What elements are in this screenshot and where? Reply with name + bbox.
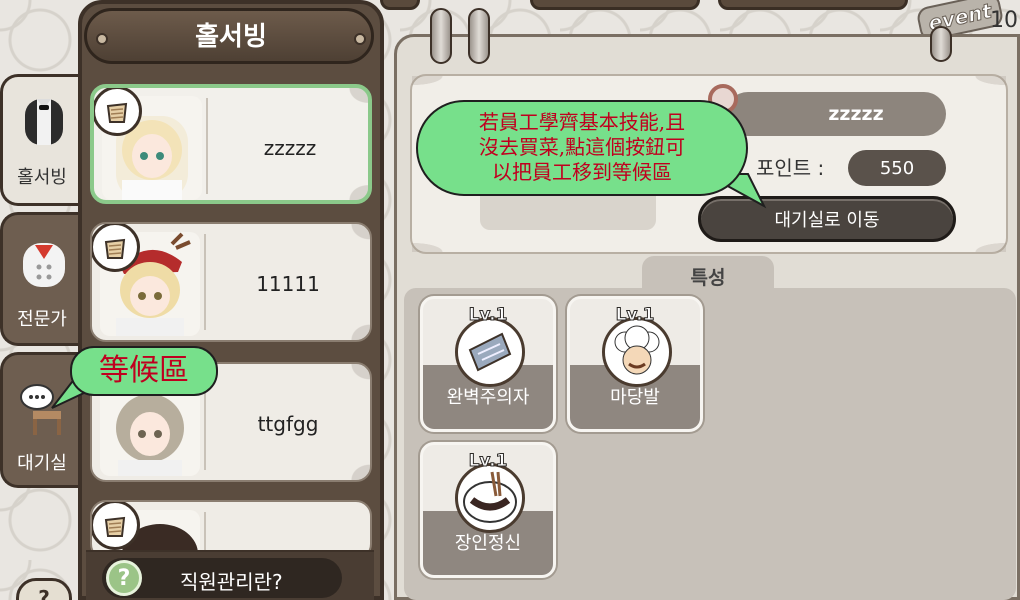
employee-name: zzzzz	[263, 136, 317, 160]
binder-clip	[430, 8, 452, 64]
top-bar-fragment	[718, 0, 908, 10]
tab-hall-serving[interactable]: 홀서빙	[0, 74, 82, 206]
tab-label: 전문가	[17, 309, 67, 330]
chefs-icon	[602, 317, 672, 387]
staff-list-title: 홀서빙	[195, 22, 267, 52]
question-icon: ?	[106, 560, 142, 596]
chef-uniform-icon	[23, 243, 65, 287]
cleaver-icon	[455, 317, 525, 387]
basket-icon	[92, 224, 140, 272]
tab-expert[interactable]: 전문가	[0, 212, 82, 346]
card-divider	[204, 234, 206, 330]
employee-name: ttgfgg	[257, 412, 319, 436]
basket-icon	[92, 502, 140, 550]
employee-name-pill: zzzzz	[726, 92, 946, 136]
trait-name: 완벽주의자	[446, 387, 530, 408]
top-bar-fragment	[380, 0, 420, 10]
tab-label: 홀서빙	[17, 167, 67, 188]
trait-name: 마당발	[610, 387, 660, 408]
staff-list-header: 홀서빙	[78, 2, 384, 68]
help-circle-button[interactable]: ?	[16, 578, 72, 600]
trait-card[interactable]: Lv.1 완벽주의자	[420, 296, 556, 432]
points-value: 550	[848, 150, 946, 186]
basket-icon	[94, 88, 142, 136]
trait-name: 장인정신	[454, 533, 522, 554]
employee-name: 11111	[256, 272, 320, 296]
binder-clip	[468, 8, 490, 64]
trait-level: Lv.1	[468, 451, 508, 472]
waiting-room-callout: 等候區	[70, 346, 218, 396]
help-glyph: ?	[38, 586, 50, 600]
tab-label: 대기실	[17, 453, 67, 474]
trait-level: Lv.1	[615, 305, 655, 326]
top-bar-fragment	[530, 0, 700, 10]
trait-card[interactable]: Lv.1 마당발	[567, 296, 703, 432]
move-hint-line: 沒去買菜,點這個按鈕可	[478, 135, 686, 159]
help-label: 직원관리란?	[180, 570, 283, 594]
tab-traits[interactable]: 특성	[642, 256, 774, 296]
top-counter: 10	[990, 8, 1018, 33]
move-hint-line: 以把員工移到等候區	[492, 160, 672, 184]
staff-card-selected[interactable]: zzzzz	[90, 84, 372, 204]
move-hint-callout: 若員工學齊基本技能,且 沒去買菜,點這個按鈕可 以把員工移到等候區	[416, 100, 748, 196]
move-hint-line: 若員工學齊基本技能,且	[478, 110, 686, 134]
card-divider	[206, 98, 208, 194]
staff-help-bar[interactable]: ? 직원관리란?	[86, 550, 374, 600]
waiter-uniform-icon	[25, 99, 63, 145]
trait-level: Lv.1	[468, 305, 508, 326]
staff-card[interactable]: 11111	[90, 222, 372, 342]
trait-card[interactable]: Lv.1 장인정신	[420, 442, 556, 578]
noodle-bowl-icon	[455, 463, 525, 533]
binder-clip	[930, 26, 952, 62]
